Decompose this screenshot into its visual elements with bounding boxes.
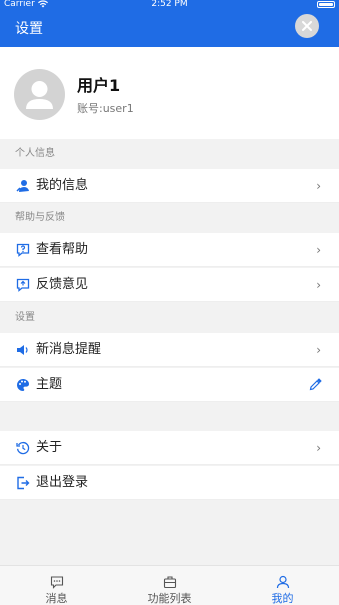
tab-messages[interactable]: 消息 [0, 566, 113, 605]
close-button[interactable] [295, 14, 319, 38]
menu-item-theme[interactable]: 主题 [0, 368, 339, 402]
section-settings: 设置 [15, 312, 35, 323]
tab-label: 我的 [271, 592, 294, 605]
tab-mine[interactable]: 我的 [226, 566, 339, 605]
menu-item-feedback[interactable]: 反馈意见 › [0, 268, 339, 302]
page-title: 设置 [15, 21, 43, 37]
menu-item-label: 退出登录 [36, 475, 89, 490]
volume-icon [17, 345, 28, 355]
user-account: 账号:user1 [77, 102, 134, 115]
menu-item-about[interactable]: 关于 › [0, 431, 339, 465]
history-icon [16, 441, 30, 455]
avatar [14, 69, 65, 120]
menu-item-label: 新消息提醒 [36, 342, 102, 357]
palette-icon [17, 379, 29, 391]
menu-item-label: 反馈意见 [36, 277, 89, 292]
menu-item-new-message-reminder[interactable]: 新消息提醒 › [0, 333, 339, 367]
eyedropper-icon [309, 378, 322, 391]
menu-item-logout[interactable]: 退出登录 [0, 466, 339, 500]
status-bar: Carrier 2:52 PM [0, 0, 339, 10]
section-help-feedback: 帮助与反馈 [15, 212, 65, 223]
section-personal-info: 个人信息 [15, 148, 55, 159]
chevron-right-icon: › [316, 179, 321, 193]
status-time: 2:52 PM [151, 0, 188, 9]
menu-item-label: 查看帮助 [36, 242, 89, 257]
person-placeholder-icon [26, 81, 53, 109]
menu-item-label: 关于 [36, 440, 63, 455]
battery-icon [317, 1, 335, 8]
toolbox-icon [163, 576, 176, 589]
nav-bar: 设置 [0, 10, 339, 47]
menu-item-my-info[interactable]: 我的信息 › [0, 169, 339, 203]
logout-icon [17, 476, 30, 490]
user-name: 用户1 [77, 76, 121, 95]
profile-card[interactable]: 用户1 账号:user1 [0, 47, 339, 139]
tab-label: 消息 [45, 592, 68, 605]
chevron-right-icon: › [316, 278, 321, 292]
chevron-right-icon: › [316, 343, 321, 357]
tab-function-list[interactable]: 功能列表 [113, 566, 226, 605]
feedback-icon [16, 278, 30, 292]
person-icon [276, 575, 289, 589]
menu-item-label: 主题 [36, 377, 63, 392]
chevron-right-icon: › [316, 243, 321, 257]
user-edit-icon [16, 180, 29, 192]
message-icon [50, 576, 63, 589]
tab-label: 功能列表 [147, 592, 192, 605]
chevron-right-icon: › [316, 441, 321, 455]
help-bubble-icon [16, 243, 30, 257]
menu-item-view-help[interactable]: 查看帮助 › [0, 233, 339, 267]
close-icon [302, 21, 312, 31]
menu-item-label: 我的信息 [36, 178, 89, 193]
tab-bar: 消息 功能列表 我的 [0, 565, 339, 605]
